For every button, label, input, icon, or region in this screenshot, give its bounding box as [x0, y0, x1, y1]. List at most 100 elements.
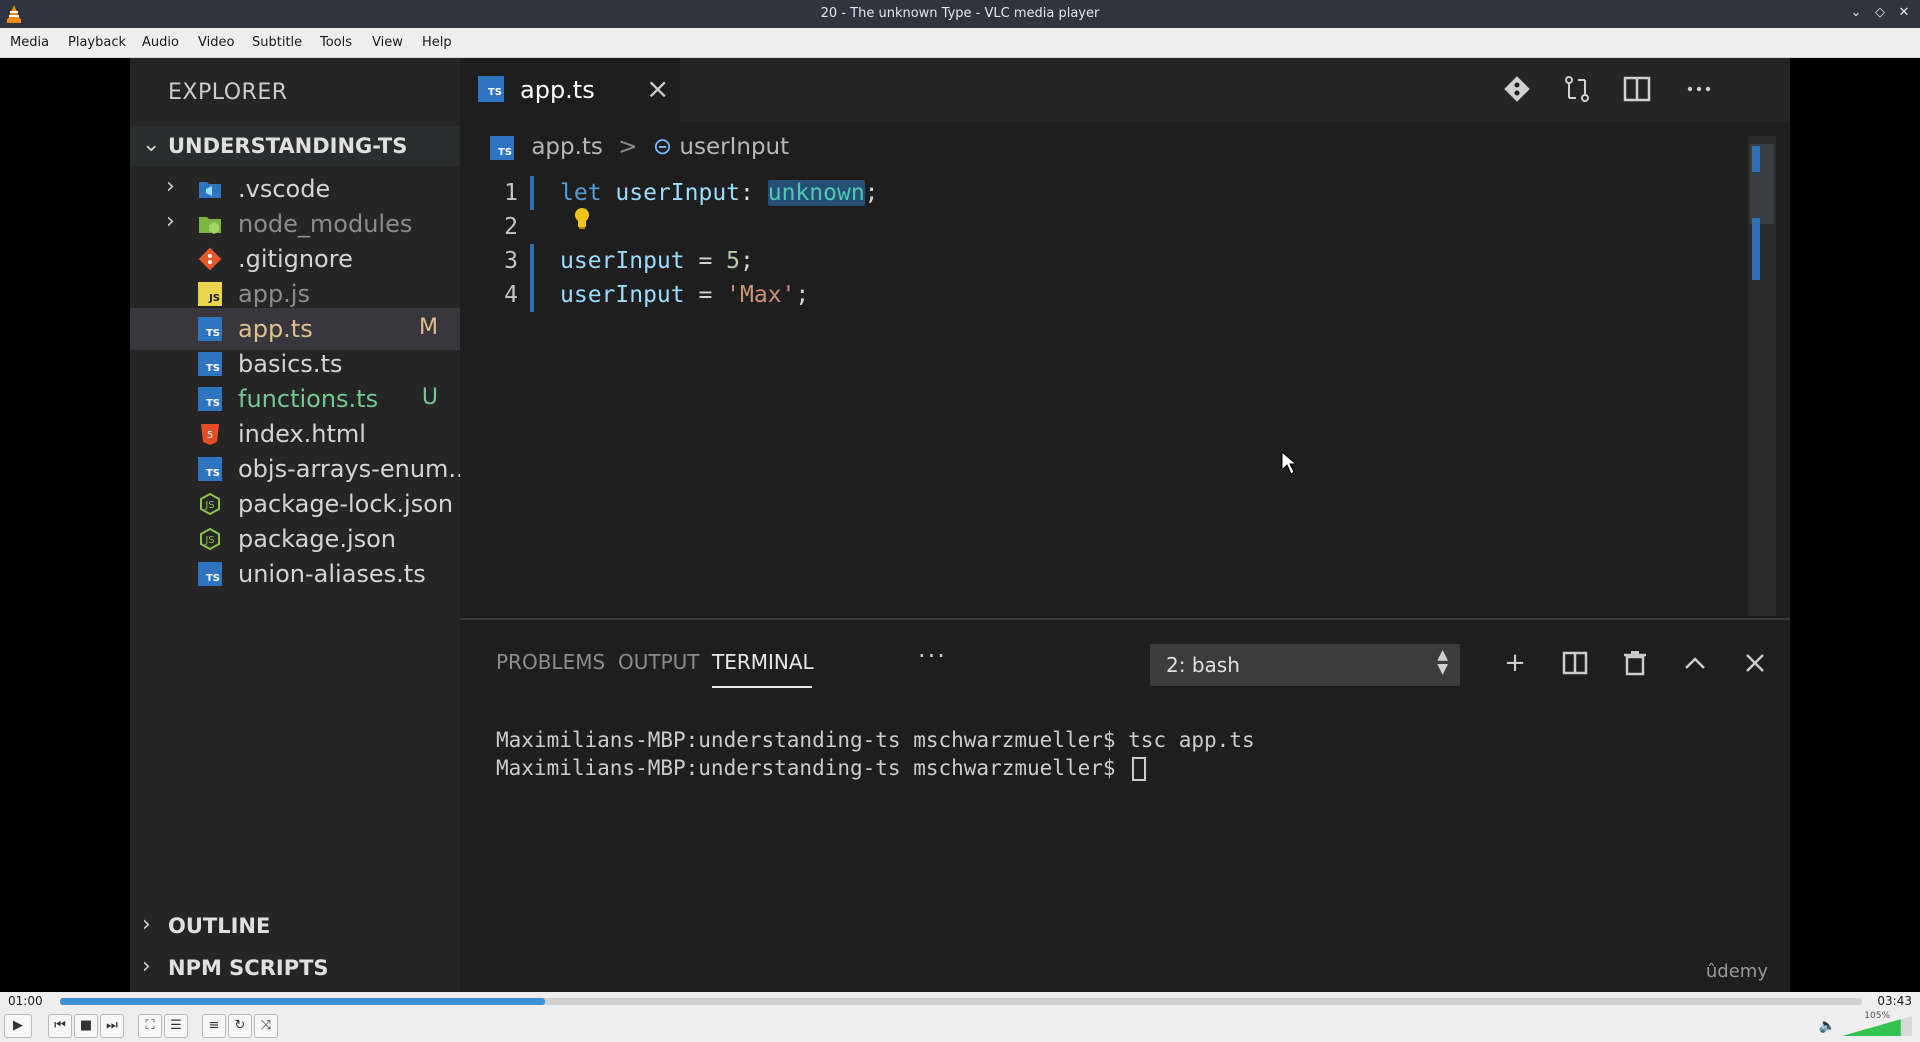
explorer-sidebar: EXPLORER ⌄ UNDERSTANDING-TS › .vscode › nod…: [130, 58, 471, 992]
project-section-header[interactable]: ⌄ UNDERSTANDING-TS: [130, 126, 460, 166]
tab-bar: TS app.ts ×: [460, 58, 1790, 122]
minimize-button[interactable]: ⌄: [1848, 5, 1864, 21]
menu-view[interactable]: View: [372, 35, 403, 50]
stop-icon[interactable]: ■: [74, 1014, 98, 1038]
udemy-watermark: ûdemy: [1705, 961, 1768, 982]
previous-icon[interactable]: ⏮: [48, 1014, 72, 1038]
git-icon: [198, 247, 222, 271]
file-name: objs-arrays-enum...: [238, 455, 472, 483]
fullscreen-icon[interactable]: ⛶: [138, 1014, 162, 1038]
playlist-icon[interactable]: ≡: [202, 1014, 226, 1038]
close-panel-icon[interactable]: [1740, 648, 1770, 678]
more-actions-icon[interactable]: [1682, 72, 1716, 106]
editor-scrollbar[interactable]: [1748, 136, 1776, 616]
tab-output[interactable]: OUTPUT: [618, 650, 700, 674]
menu-help[interactable]: Help: [422, 35, 452, 50]
maximize-button[interactable]: ◇: [1872, 5, 1888, 21]
tab-problems[interactable]: PROBLEMS: [496, 650, 605, 674]
code-line: 4 userInput = 'Max';: [460, 278, 1740, 312]
vscode-frame: EXPLORER ⌄ UNDERSTANDING-TS › .vscode › nod…: [130, 58, 1790, 992]
menu-audio[interactable]: Audio: [142, 35, 179, 50]
tab-terminal[interactable]: TERMINAL: [712, 650, 814, 674]
chevron-down-icon: ⌄: [142, 132, 161, 157]
ts-icon: TS: [198, 387, 222, 411]
outline-label: OUTLINE: [168, 914, 271, 938]
terminal-output[interactable]: Maximilians-MBP:understanding-ts mschwar…: [496, 726, 1255, 782]
shuffle-icon[interactable]: ⤨: [254, 1014, 278, 1038]
svg-text:JS: JS: [204, 535, 214, 546]
file-name: app.ts: [238, 315, 313, 343]
file-name: union-aliases.ts: [238, 560, 426, 588]
git-status-badge: M: [419, 315, 438, 340]
breadcrumb-file[interactable]: app.ts: [531, 134, 603, 160]
editor-area: TS app.ts × TS app.ts > ⊝ userInput 1 le…: [460, 58, 1790, 618]
line-number: 3: [504, 248, 518, 274]
file-name: package-lock.json: [238, 490, 454, 518]
breadcrumb-separator: >: [618, 134, 638, 160]
speaker-icon[interactable]: 🔈: [1819, 1018, 1836, 1034]
line-number: 4: [504, 282, 518, 308]
open-changes-icon[interactable]: [1560, 72, 1594, 106]
split-editor-icon[interactable]: [1620, 72, 1654, 106]
terminal-prompt-line: Maximilians-MBP:understanding-ts mschwar…: [496, 754, 1255, 782]
chevron-right-icon: ›: [142, 912, 151, 937]
terminal-line: Maximilians-MBP:understanding-ts mschwar…: [496, 756, 1129, 780]
split-terminal-icon[interactable]: [1560, 648, 1590, 678]
menu-subtitle[interactable]: Subtitle: [252, 35, 302, 50]
npm-scripts-section-header[interactable]: › NPM SCRIPTS: [130, 948, 460, 988]
maximize-panel-icon[interactable]: [1680, 648, 1710, 678]
code-text: userInput = 5;: [560, 248, 754, 274]
loop-icon[interactable]: ↻: [228, 1014, 252, 1038]
file-item[interactable]: TS union-aliases.ts: [130, 553, 460, 595]
chevron-right-icon: ›: [166, 209, 175, 234]
menu-bar: Media Playback Audio Video Subtitle Tool…: [0, 28, 1920, 58]
file-name: node_modules: [238, 210, 413, 238]
minimap-marker: [1752, 218, 1760, 280]
file-name: functions.ts: [238, 385, 379, 413]
playback-controls: ▶ ⏮ ■ ⏭ ⛶ ☰ ≡ ↻ ⤨ 🔈 105%: [0, 1010, 1920, 1042]
play-button[interactable]: ▶: [4, 1014, 32, 1038]
node-folder-icon: [198, 212, 222, 236]
svg-text:5: 5: [207, 430, 213, 441]
terminal-select[interactable]: 2: bash ▲ ▼: [1150, 644, 1460, 686]
menu-video[interactable]: Video: [198, 35, 234, 50]
ts-icon: TS: [490, 135, 514, 160]
menu-tools[interactable]: Tools: [320, 35, 352, 50]
ts-icon: TS: [198, 352, 222, 376]
code-line: 2: [460, 210, 1740, 244]
npm-scripts-label: NPM SCRIPTS: [168, 956, 329, 980]
trash-icon[interactable]: [1620, 648, 1650, 678]
project-name: UNDERSTANDING-TS: [168, 134, 408, 158]
video-area[interactable]: EXPLORER ⌄ UNDERSTANDING-TS › .vscode › nod…: [0, 58, 1920, 992]
outline-section-header[interactable]: › OUTLINE: [130, 906, 460, 946]
node-icon: JS: [198, 527, 222, 551]
close-tab-icon[interactable]: ×: [646, 72, 669, 105]
more-tabs-icon[interactable]: ···: [918, 642, 947, 670]
file-name: app.js: [238, 280, 310, 308]
file-name: index.html: [238, 420, 366, 448]
modified-gutter-marker: [530, 244, 534, 278]
menu-media[interactable]: Media: [10, 35, 49, 50]
seek-slider[interactable]: [60, 998, 1862, 1005]
tab-app-ts[interactable]: TS app.ts ×: [460, 58, 680, 122]
close-window-button[interactable]: ✕: [1896, 5, 1912, 21]
line-number: 2: [504, 214, 518, 240]
lightbulb-icon[interactable]: [572, 206, 592, 230]
seek-progress: [60, 998, 545, 1005]
extended-settings-icon[interactable]: ☰: [164, 1014, 188, 1038]
modified-gutter-marker: [530, 278, 534, 312]
file-name: package.json: [238, 525, 397, 553]
svg-text:JS: JS: [204, 500, 214, 511]
seek-row: 01:00 03:43: [0, 992, 1920, 1010]
explorer-title: EXPLORER: [168, 80, 288, 105]
git-compare-icon[interactable]: [1500, 72, 1534, 106]
file-name: .vscode: [238, 175, 331, 203]
menu-playback[interactable]: Playback: [68, 35, 126, 50]
next-icon[interactable]: ⏭: [100, 1014, 124, 1038]
ts-icon: TS: [198, 317, 222, 341]
total-time: 03:43: [1877, 994, 1912, 1008]
breadcrumb-symbol[interactable]: userInput: [679, 134, 789, 160]
new-terminal-icon[interactable]: +: [1500, 648, 1530, 678]
ts-icon: TS: [198, 562, 222, 586]
volume-percent: 105%: [1864, 1011, 1890, 1021]
